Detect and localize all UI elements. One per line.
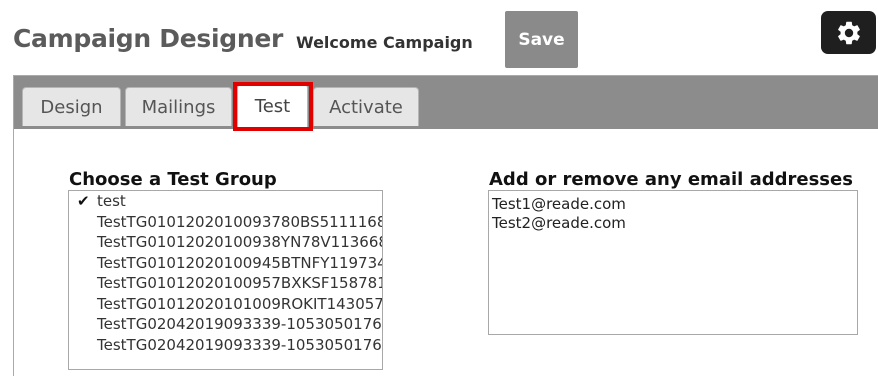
- tab-test[interactable]: Test: [237, 84, 308, 128]
- list-item-label: TestTG01012020100938YN78V113668: [97, 233, 382, 251]
- list-item-label: TestTG02042019093339-1053050176: [97, 335, 382, 354]
- app-title: Campaign Designer: [13, 24, 284, 53]
- list-item-label: test: [97, 192, 126, 210]
- test-group-title: Choose a Test Group: [69, 169, 277, 190]
- email-addresses-field[interactable]: Test1@reade.com Test2@reade.com: [488, 190, 858, 335]
- save-button[interactable]: Save: [505, 11, 578, 68]
- list-item[interactable]: TestTG0101202010093780BS511116871: [69, 212, 382, 233]
- list-item[interactable]: TestTG01012020100938YN78V113668: [69, 232, 382, 253]
- list-item[interactable]: TestTG01012020100957BXKSF158781: [69, 273, 382, 294]
- list-item[interactable]: TestTG01012020101009ROKIT143057: [69, 294, 382, 315]
- list-item-label: TestTG0101202010093780BS511116871: [97, 212, 382, 231]
- list-item[interactable]: TestTG02042019093339-1053050176: [69, 314, 382, 335]
- list-item[interactable]: TestTG02042019093339-1053050176: [69, 335, 382, 356]
- list-item-label: TestTG01012020100945BTNFY119734: [97, 253, 382, 272]
- tab-activate[interactable]: Activate: [313, 87, 419, 126]
- list-item-label: TestTG01012020100957BXKSF158781: [97, 274, 382, 292]
- checkmark-icon: ✔: [77, 192, 90, 210]
- list-item[interactable]: ✔ test: [69, 191, 382, 212]
- gear-icon: [837, 21, 860, 44]
- campaign-name: Welcome Campaign: [296, 33, 473, 52]
- list-item[interactable]: TestTG01012020100945BTNFY119734: [69, 253, 382, 274]
- email-section-title: Add or remove any email addresses: [489, 169, 853, 190]
- test-group-list[interactable]: ✔ test TestTG0101202010093780BS511116871…: [68, 190, 383, 370]
- settings-button[interactable]: [821, 11, 876, 54]
- list-item-label: TestTG02042019093339-1053050176: [97, 315, 382, 333]
- tab-mailings[interactable]: Mailings: [125, 87, 232, 126]
- list-item-label: TestTG01012020101009ROKIT143057: [97, 294, 382, 313]
- tab-design[interactable]: Design: [22, 87, 121, 126]
